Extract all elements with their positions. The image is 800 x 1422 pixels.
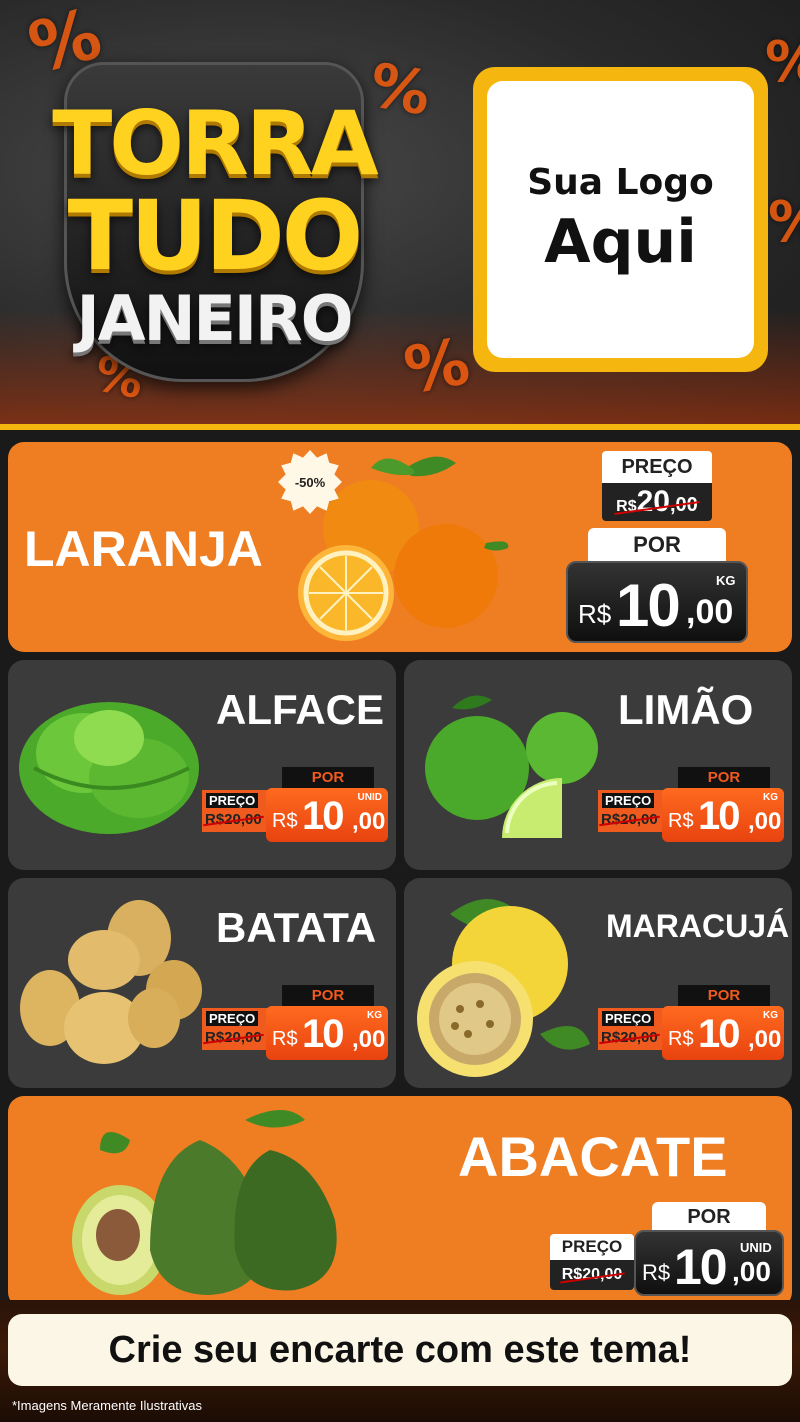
price-cents: ,00 (352, 1026, 386, 1053)
price-value: 10 (674, 1239, 728, 1295)
por-label-laranja: POR (588, 528, 726, 562)
price-unit: UNID (357, 792, 382, 803)
price-cents: ,00 (748, 808, 782, 835)
old-price-laranja: R$20,00 (602, 483, 712, 521)
percent-decoration: % (768, 190, 800, 255)
preco-label-laranja: PREÇO (602, 451, 712, 483)
cta-banner[interactable]: Crie seu encarte com este tema! (8, 1314, 792, 1386)
price-box-abacate: R$ 10 ,00 UNID (634, 1230, 784, 1296)
percent-decoration: % (765, 30, 800, 95)
product-name-laranja: LARANJA (24, 521, 263, 577)
product-name-batata: BATATA (216, 904, 377, 951)
price-value: 10 (616, 572, 681, 639)
logo-text-line2: Aqui (544, 207, 697, 277)
preco-label-abacate: PREÇO (550, 1234, 634, 1260)
preco-label: PREÇO (602, 1011, 655, 1026)
header-divider (0, 424, 800, 430)
preco-tag-maracuja: PREÇO R$20,00 (598, 1008, 664, 1050)
preco-label: PREÇO (602, 793, 655, 808)
potato-icon (20, 900, 202, 1064)
price-currency: R$ (578, 599, 612, 629)
price-unit: KG (716, 573, 736, 588)
preco-label: PREÇO (206, 1011, 259, 1026)
old-price: R$20,00 (601, 811, 658, 828)
percent-decoration: % (399, 324, 476, 410)
price-box-maracuja: R$ 10 ,00 KG (662, 1006, 784, 1060)
old-price: R$20,00 (205, 811, 262, 828)
old-price-strike: R$20,00 (562, 1260, 623, 1290)
price-box-alface: R$ 10 ,00 UNID (266, 788, 388, 842)
old-price: R$20,00 (601, 1029, 658, 1046)
product-name-abacate: ABACATE (458, 1125, 728, 1188)
old-price: R$20,00 (205, 1029, 262, 1046)
por-label-alface: POR (282, 767, 374, 789)
price-currency: R$ (668, 810, 694, 832)
price-currency: R$ (272, 810, 298, 832)
price-unit: KG (763, 1010, 778, 1021)
price-cents: ,00 (686, 593, 734, 631)
old-price-abacate: R$20,00 (550, 1260, 634, 1290)
price-cents: ,00 (748, 1026, 782, 1053)
old-value: 20 (636, 485, 670, 518)
product-name-maracuja: MARACUJÁ (606, 908, 790, 944)
torra-tudo-badge: TORRA TUDO JANEIRO (34, 62, 384, 392)
price-value: 10 (302, 794, 344, 838)
price-unit: KG (763, 792, 778, 803)
preco-tag-limao: PREÇO R$20,00 (598, 790, 664, 832)
price-box-laranja: R$ 10 ,00 KG (566, 561, 748, 643)
por-label-batata: POR (282, 985, 374, 1007)
logo-placeholder: Sua Logo Aqui (473, 67, 768, 372)
price-currency: R$ (272, 1028, 298, 1050)
price-unit: UNID (740, 1240, 772, 1255)
avocado-icon (72, 1110, 337, 1295)
preco-tag-batata: PREÇO R$20,00 (202, 1008, 268, 1050)
price-cents: ,00 (352, 808, 386, 835)
preco-tag-alface: PREÇO R$20,00 (202, 790, 268, 832)
badge-title-line3: JANEIRO (76, 282, 354, 355)
price-box-batata: R$ 10 ,00 KG (266, 1006, 388, 1060)
price-box-limao: R$ 10 ,00 KG (662, 788, 784, 842)
price-cents: ,00 (732, 1256, 771, 1287)
preco-label: PREÇO (206, 793, 259, 808)
logo-text-line1: Sua Logo (527, 162, 714, 203)
old-cents: ,00 (670, 494, 698, 516)
old-currency: R$ (616, 498, 637, 515)
price-value: 10 (302, 1012, 344, 1056)
por-label-limao: POR (678, 767, 770, 789)
passion-fruit-icon (417, 899, 590, 1077)
badge-title-line2: TUDO (67, 180, 364, 292)
old-price-strike: R$20,00 (616, 483, 698, 526)
logo-inner: Sua Logo Aqui (487, 81, 754, 358)
lettuce-icon (19, 702, 199, 834)
price-unit: KG (367, 1010, 382, 1021)
lime-icon (425, 695, 598, 838)
por-label-abacate: POR (652, 1202, 766, 1232)
price-currency: R$ (668, 1028, 694, 1050)
price-value: 10 (698, 794, 740, 838)
product-name-limao: LIMÃO (618, 686, 754, 733)
header-banner: % % % % % % TORRA TUDO JANEIRO Sua Logo … (0, 0, 800, 428)
price-currency: R$ (642, 1260, 671, 1285)
disclaimer-text: *Imagens Meramente Ilustrativas (12, 1398, 203, 1413)
price-value: 10 (698, 1012, 740, 1056)
por-label-maracuja: POR (678, 985, 770, 1007)
product-name-alface: ALFACE (216, 686, 384, 733)
